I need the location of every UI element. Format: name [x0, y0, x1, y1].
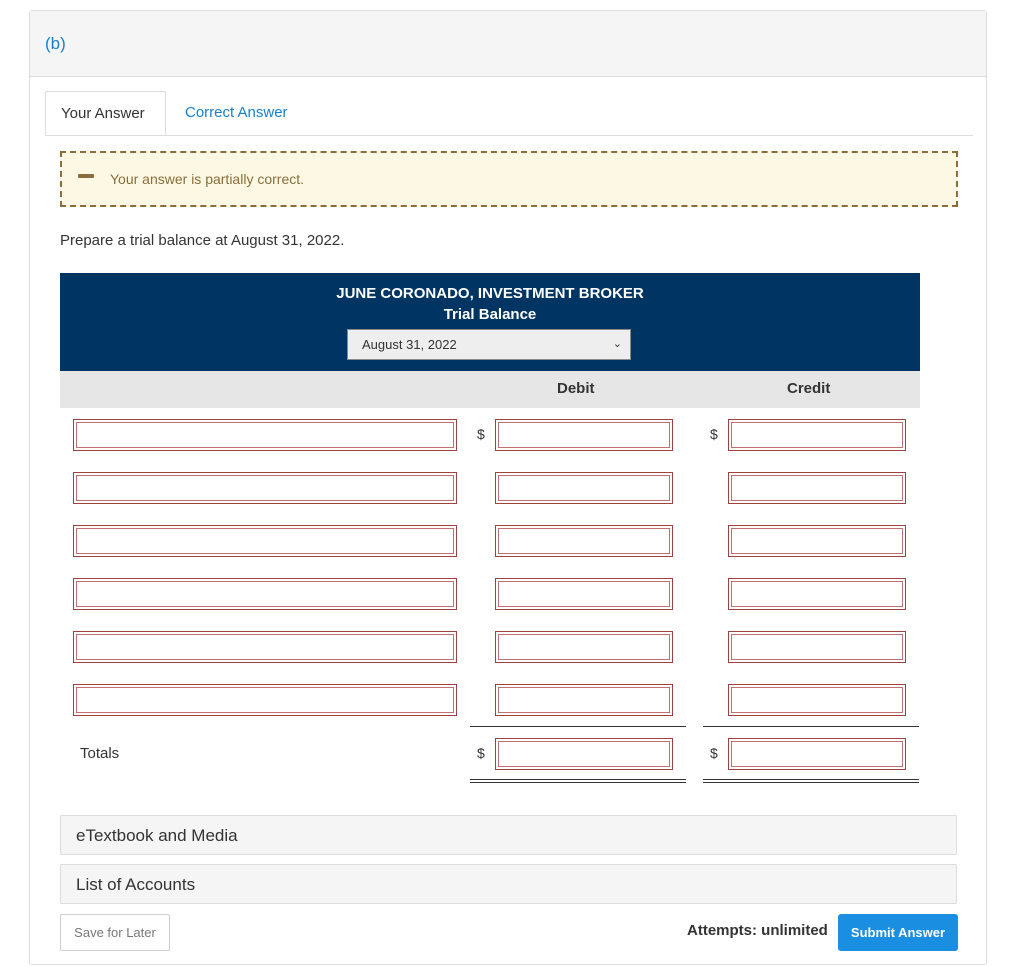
- statement-title: Trial Balance: [443, 306, 537, 323]
- list-of-accounts-label: List of Accounts: [76, 875, 196, 894]
- debit-input[interactable]: [495, 631, 673, 663]
- credit-input[interactable]: [728, 631, 906, 663]
- debit-input[interactable]: [495, 525, 673, 557]
- question-card: (b) Your Answer Correct Answer Your answ…: [29, 10, 987, 965]
- debit-total-input[interactable]: [495, 738, 673, 770]
- attempts-text: Attempts: unlimited: [687, 922, 828, 939]
- account-input[interactable]: [73, 578, 457, 610]
- etextbook-media-label: eTextbook and Media: [76, 826, 238, 845]
- debit-input[interactable]: [495, 419, 673, 451]
- total-double-rule: [703, 782, 919, 783]
- save-for-later-button[interactable]: Save for Later: [60, 914, 170, 951]
- total-double-rule: [703, 779, 919, 780]
- submit-answer-button[interactable]: Submit Answer: [838, 914, 958, 951]
- tab-correct-answer[interactable]: Correct Answer: [170, 91, 303, 135]
- question-prompt: Prepare a trial balance at August 31, 20…: [60, 232, 345, 249]
- credit-input[interactable]: [728, 578, 906, 610]
- account-input[interactable]: [73, 472, 457, 504]
- company-name: JUNE CORONADO, INVESTMENT BROKER: [336, 285, 644, 302]
- account-input[interactable]: [73, 419, 457, 451]
- column-headers: Debit Credit: [60, 371, 920, 408]
- debit-input[interactable]: [495, 578, 673, 610]
- credit-header: Credit: [787, 380, 831, 397]
- chevron-down-icon: ⌄: [612, 338, 622, 350]
- minus-icon: [78, 174, 94, 178]
- card-header: (b): [30, 11, 986, 77]
- partial-correct-alert: Your answer is partially correct.: [60, 151, 958, 207]
- credit-currency: $: [710, 426, 718, 442]
- credit-input[interactable]: [728, 684, 906, 716]
- trial-balance-header: JUNE CORONADO, INVESTMENT BROKER Trial B…: [60, 273, 920, 371]
- part-label: (b): [45, 34, 66, 53]
- totals-label: Totals: [80, 745, 120, 762]
- credit-input[interactable]: [728, 525, 906, 557]
- total-double-rule: [470, 782, 686, 783]
- list-of-accounts-panel[interactable]: List of Accounts: [60, 864, 957, 904]
- debit-currency: $: [477, 426, 485, 442]
- account-input[interactable]: [73, 525, 457, 557]
- alert-text: Your answer is partially correct.: [110, 171, 305, 187]
- credit-input[interactable]: [728, 472, 906, 504]
- debit-total-currency: $: [477, 745, 485, 761]
- debit-header: Debit: [557, 380, 595, 397]
- account-input[interactable]: [73, 631, 457, 663]
- tab-your-answer[interactable]: Your Answer: [45, 91, 166, 135]
- total-double-rule: [470, 779, 686, 780]
- credit-total-input[interactable]: [728, 738, 906, 770]
- debit-input[interactable]: [495, 684, 673, 716]
- debit-input[interactable]: [495, 472, 673, 504]
- date-select[interactable]: August 31, 2022 ⌄: [347, 329, 631, 360]
- etextbook-media-panel[interactable]: eTextbook and Media: [60, 815, 957, 855]
- subtotal-rule: [470, 726, 686, 727]
- subtotal-rule: [703, 726, 919, 727]
- credit-total-currency: $: [710, 745, 718, 761]
- credit-input[interactable]: [728, 419, 906, 451]
- date-select-value: August 31, 2022: [362, 337, 457, 352]
- answer-tabs: Your Answer Correct Answer: [45, 91, 973, 136]
- account-input[interactable]: [73, 684, 457, 716]
